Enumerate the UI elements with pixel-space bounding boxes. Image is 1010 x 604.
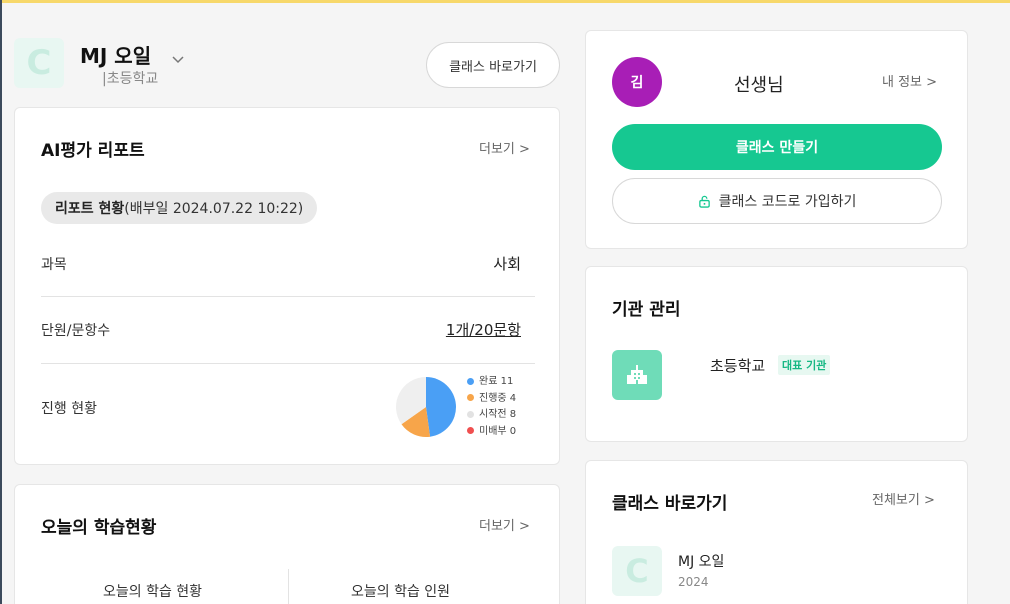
school-name: |초등학교 [102,71,159,87]
view-all-link[interactable]: 전체보기 > [872,489,935,508]
class-logo: C [14,38,64,88]
legend-label: 미배부 0 [479,425,517,437]
legend-label: 완료 11 [479,376,514,387]
class-header: C MJ 오일 |초등학교 클래스 바로가기 [14,38,560,90]
pie-slice-0 [426,377,456,437]
legend-dot-icon [467,394,474,401]
ai-report-card: AI평가 리포트 더보기 > 리포트 현황 (배부일 2024.07.22 10… [14,107,560,465]
institution-title: 기관 관리 [612,300,681,320]
ai-report-more-link[interactable]: 더보기 > [479,138,530,157]
legend-label: 시작전 8 [479,409,517,420]
teacher-name: 선생님 [734,75,784,96]
legend-item: 진행중 4 [467,391,516,408]
today-study-card: 오늘의 학습현황 더보기 > 오늘의 학습 현황 오늘의 학습 인원 [14,484,560,604]
building-icon [612,350,662,400]
join-class-button[interactable]: 클래스 코드로 가입하기 [612,178,942,224]
legend-dot-icon [467,410,474,418]
today-status-label: 오늘의 학습 현황 [103,584,203,600]
class-shortcut-card: 클래스 바로가기 전체보기 > C MJ 오일 2024 [585,460,968,604]
class-item-logo[interactable]: C [612,546,662,596]
profile-card: 김 선생님 내 정보 > 클래스 만들기 클래스 코드로 가입하기 [585,30,968,249]
today-title: 오늘의 학습현황 [41,518,157,538]
my-info-link[interactable]: 내 정보 > [882,71,937,90]
report-status-date: (배부일 2024.07.22 10:22) [124,201,304,217]
class-shortcut-button[interactable]: 클래스 바로가기 [426,42,560,88]
progress-row: 진행 현황 [41,398,535,418]
legend-item: 완료 11 [467,374,516,391]
legend-item: 미배부 0 [467,424,516,441]
divider [41,363,535,364]
institution-name[interactable]: 초등학교 [710,355,765,376]
make-class-button[interactable]: 클래스 만들기 [612,124,942,170]
class-shortcut-title: 클래스 바로가기 [612,494,728,514]
legend-dot-icon [467,427,474,434]
class-name[interactable]: MJ 오일 [80,40,151,69]
unlock-icon [698,195,710,208]
column-divider [288,569,289,604]
subject-label: 과목 [41,257,67,273]
unit-value-link[interactable]: 1개/20문항 [446,319,521,340]
unit-label: 단원/문항수 [41,323,111,339]
progress-label: 진행 현황 [41,401,97,417]
today-more-link[interactable]: 더보기 > [479,515,530,534]
join-class-label: 클래스 코드로 가입하기 [718,194,857,210]
divider [41,296,535,297]
ai-report-title: AI평가 리포트 [41,141,145,161]
report-status-label: 리포트 현황 [55,201,125,217]
legend-item: 시작전 8 [467,407,516,424]
unit-row: 단원/문항수 1개/20문항 [41,320,535,340]
legend-dot-icon [467,377,474,385]
class-item-year: 2024 [678,575,709,589]
progress-legend: 완료 11 진행중 4 시작전 8 미배부 0 [467,374,516,440]
avatar: 김 [612,57,662,107]
class-item-name[interactable]: MJ 오일 [678,551,724,571]
legend-label: 진행중 4 [479,392,517,404]
subject-value: 사회 [493,255,521,273]
institution-card: 기관 관리 초등학교 대표 기관 [585,266,968,442]
chevron-down-icon[interactable] [172,52,184,68]
top-border [0,0,1010,3]
report-status-pill: 리포트 현황 (배부일 2024.07.22 10:22) [41,192,318,224]
progress-pie-chart [396,377,456,437]
today-members-label: 오늘의 학습 인원 [351,584,451,600]
main-institution-badge: 대표 기관 [778,355,831,375]
subject-row: 과목 사회 [41,254,535,274]
left-border [0,0,2,604]
